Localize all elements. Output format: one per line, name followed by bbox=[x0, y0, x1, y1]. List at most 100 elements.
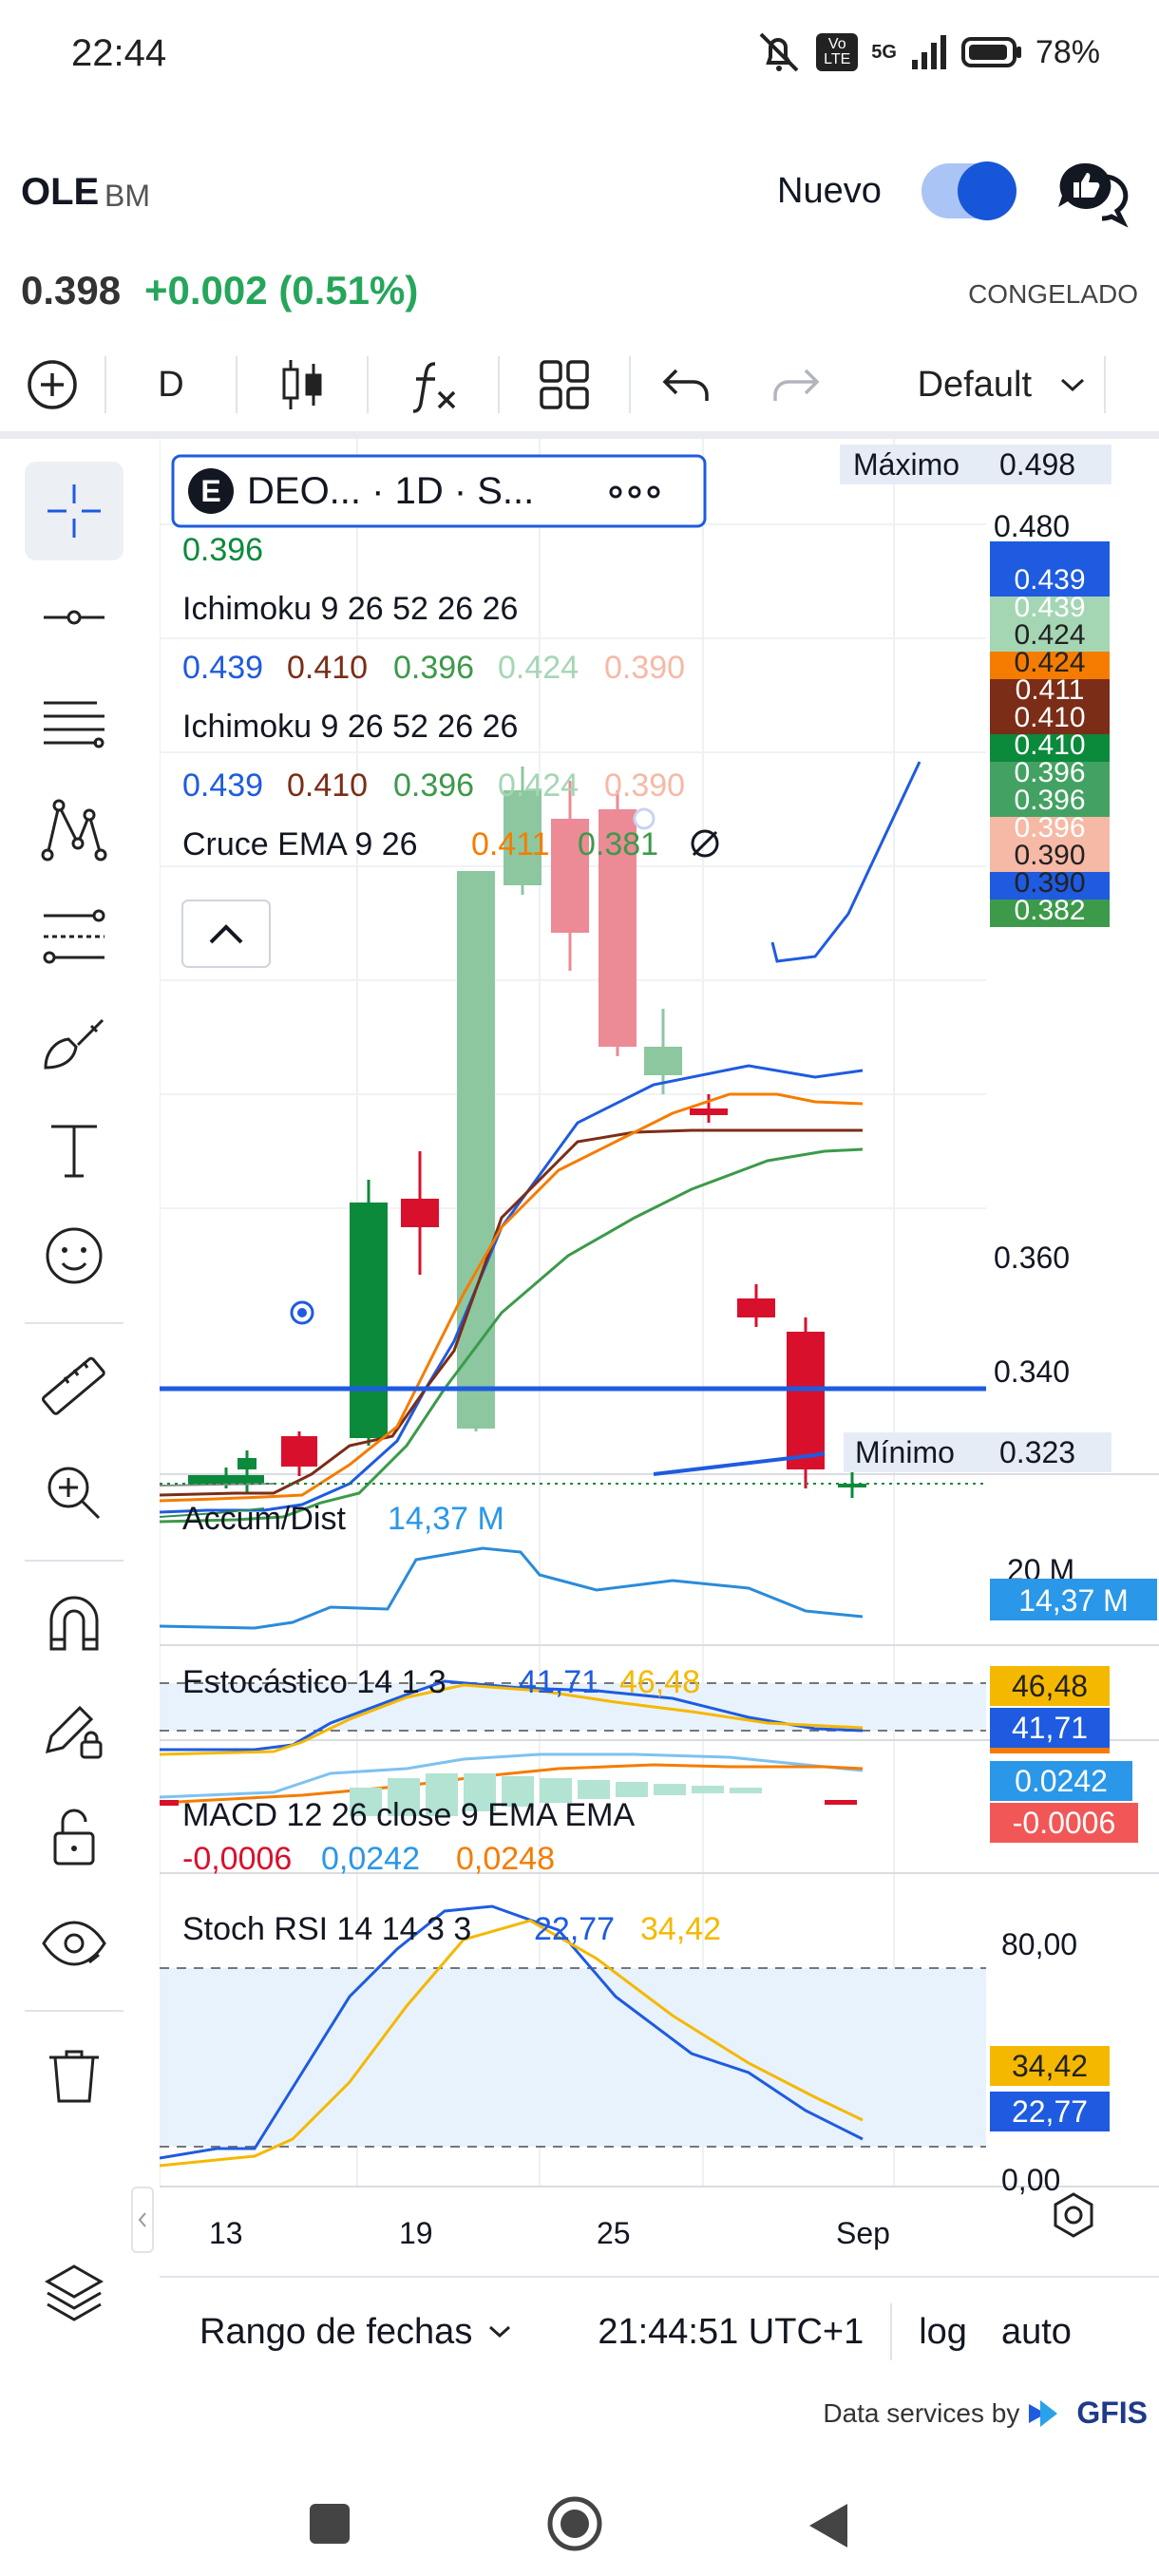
grid-icon bbox=[540, 360, 589, 409]
symbol-name[interactable]: OLE bbox=[21, 171, 99, 214]
chart-bottom-bar: Rango de fechas 21:44:51 UTC+1 log auto bbox=[160, 2280, 1159, 2384]
fib-tool[interactable] bbox=[25, 674, 124, 773]
collapse-legend-button bbox=[181, 900, 271, 968]
candle-body bbox=[401, 1199, 439, 1227]
layout-name-select[interactable]: Default bbox=[851, 337, 1041, 432]
trash-icon bbox=[49, 2050, 99, 2103]
indicators-button[interactable] bbox=[369, 337, 498, 432]
emoji-tool[interactable] bbox=[25, 1206, 124, 1305]
nuevo-toggle-knob[interactable] bbox=[958, 161, 1016, 220]
layout-dropdown[interactable] bbox=[1041, 337, 1104, 432]
layout-button[interactable] bbox=[500, 337, 629, 432]
undo-button[interactable] bbox=[631, 337, 741, 432]
add-symbol-button[interactable] bbox=[0, 337, 104, 432]
line-tool[interactable] bbox=[25, 568, 124, 667]
price-tick: 0.480 bbox=[994, 509, 1070, 543]
crosshair-tool[interactable] bbox=[25, 462, 124, 560]
ema-fast-value: 0.411 bbox=[471, 826, 550, 862]
max-value: 0.498 bbox=[999, 447, 1075, 482]
ichimoku2-value: 0.410 bbox=[287, 767, 368, 804]
ema-cross-name: Cruce EMA 9 26 bbox=[182, 826, 418, 862]
stochrsi-tick: 80,00 bbox=[1001, 1927, 1077, 1961]
delete-tool[interactable] bbox=[25, 2025, 124, 2124]
zoom-tool[interactable] bbox=[25, 1444, 124, 1543]
battery-icon bbox=[960, 37, 1021, 67]
accum-value: 14,37 M bbox=[388, 1501, 504, 1537]
battery-level: 78% bbox=[1035, 33, 1100, 70]
unlock-tool[interactable] bbox=[25, 1788, 124, 1886]
text-icon bbox=[51, 1125, 97, 1178]
brush-icon bbox=[44, 1018, 104, 1070]
macd-name: MACD 12 26 close 9 EMA EMA bbox=[182, 1797, 636, 1833]
network-label: 5G bbox=[871, 41, 897, 63]
price-tick: 0.340 bbox=[994, 1354, 1070, 1389]
accum-tag: 14,37 M bbox=[1018, 1583, 1129, 1618]
chat-button[interactable] bbox=[1053, 154, 1129, 230]
status-time: 22:44 bbox=[71, 32, 167, 74]
signal-icon bbox=[911, 35, 946, 69]
time-tick: 25 bbox=[597, 2216, 631, 2250]
macd-histogram-bar bbox=[160, 1800, 179, 1806]
macd-signal-value: 0,0248 bbox=[456, 1841, 555, 1877]
text-tool[interactable] bbox=[25, 1100, 124, 1199]
fibonacci-icon bbox=[44, 701, 104, 748]
gfis-logo-icon bbox=[1029, 2399, 1058, 2427]
time-tick: Sep bbox=[836, 2216, 890, 2250]
plus-circle-icon bbox=[28, 360, 77, 409]
forecast-tool[interactable] bbox=[25, 887, 124, 986]
collapse-toolbar-button[interactable] bbox=[131, 2187, 154, 2253]
recents-button[interactable] bbox=[310, 2504, 350, 2544]
clock-label[interactable]: 21:44:51 UTC+1 bbox=[598, 2312, 864, 2353]
back-button[interactable] bbox=[804, 2500, 851, 2551]
redo-button[interactable] bbox=[741, 337, 851, 432]
chevron-down-icon bbox=[1060, 378, 1085, 392]
symbol-legend-title: DEO... · 1D · S... bbox=[247, 470, 534, 512]
price-tick: 0.360 bbox=[994, 1241, 1070, 1275]
exchange-logo-letter: E bbox=[200, 474, 220, 508]
stochrsi-tag-d: 34,42 bbox=[1012, 2049, 1088, 2083]
symbol-exchange: BM bbox=[104, 179, 150, 213]
brush-tool[interactable] bbox=[25, 994, 124, 1092]
candle-body bbox=[644, 1047, 682, 1075]
smiley-icon bbox=[46, 1227, 103, 1284]
macd-histogram-bar bbox=[616, 1782, 648, 1797]
object-tree-tool[interactable] bbox=[25, 2244, 124, 2342]
alert-marker-dot bbox=[297, 1308, 307, 1317]
ichimoku2-value: 0.396 bbox=[393, 767, 474, 804]
volte-badge: Vo LTE bbox=[816, 33, 859, 71]
undo-icon bbox=[662, 369, 709, 401]
magnet-tool[interactable] bbox=[25, 1575, 124, 1674]
stoch-d-value: 46,48 bbox=[619, 1664, 700, 1700]
ichimoku1-value: 0.439 bbox=[182, 650, 263, 686]
candle-body bbox=[281, 1436, 317, 1467]
stoch-tag-d: 46,48 bbox=[1012, 1669, 1088, 1703]
fx-icon bbox=[412, 362, 456, 413]
home-button[interactable] bbox=[545, 2494, 604, 2553]
eye-icon bbox=[42, 1921, 106, 1966]
chart-type-button[interactable] bbox=[238, 337, 367, 432]
chart-area[interactable]: 0.480 0.360 0.340 0.439 0.439 0.424 0.424 0.411… bbox=[160, 439, 1159, 2274]
status-bar: 22:44 Vo LTE 5G 78% bbox=[0, 0, 1159, 109]
ichimoku2-name: Ichimoku 9 26 52 26 26 bbox=[182, 709, 518, 745]
accum-name: Accum/Dist bbox=[182, 1501, 346, 1537]
ruler-icon bbox=[41, 1356, 105, 1415]
lock-drawings-tool[interactable] bbox=[25, 1681, 124, 1780]
ichimoku2-value: 0.439 bbox=[182, 767, 263, 804]
hide-tool[interactable] bbox=[25, 1894, 124, 1993]
measure-tool[interactable] bbox=[25, 1337, 124, 1436]
min-label: Mínimo bbox=[855, 1435, 955, 1469]
candle-body bbox=[737, 1298, 775, 1317]
chevron-left-icon bbox=[138, 2212, 146, 2227]
auto-scale-button[interactable]: auto bbox=[1001, 2312, 1072, 2353]
log-scale-button[interactable]: log bbox=[919, 2312, 967, 2353]
date-range-button[interactable]: Rango de fechas bbox=[200, 2312, 512, 2353]
interval-button[interactable]: D bbox=[106, 337, 236, 432]
macd-histogram-bar bbox=[825, 1800, 857, 1805]
pattern-tool[interactable] bbox=[25, 781, 124, 880]
chat-thumbs-icon bbox=[1058, 162, 1129, 228]
time-tick: 13 bbox=[209, 2216, 243, 2250]
legend-last-value: 0.396 bbox=[182, 532, 263, 568]
stoch-name: Estocástico 14 1 3 bbox=[182, 1664, 446, 1700]
ichimoku1-value: 0.410 bbox=[287, 650, 368, 686]
ichimoku1-value: 0.424 bbox=[498, 650, 579, 686]
